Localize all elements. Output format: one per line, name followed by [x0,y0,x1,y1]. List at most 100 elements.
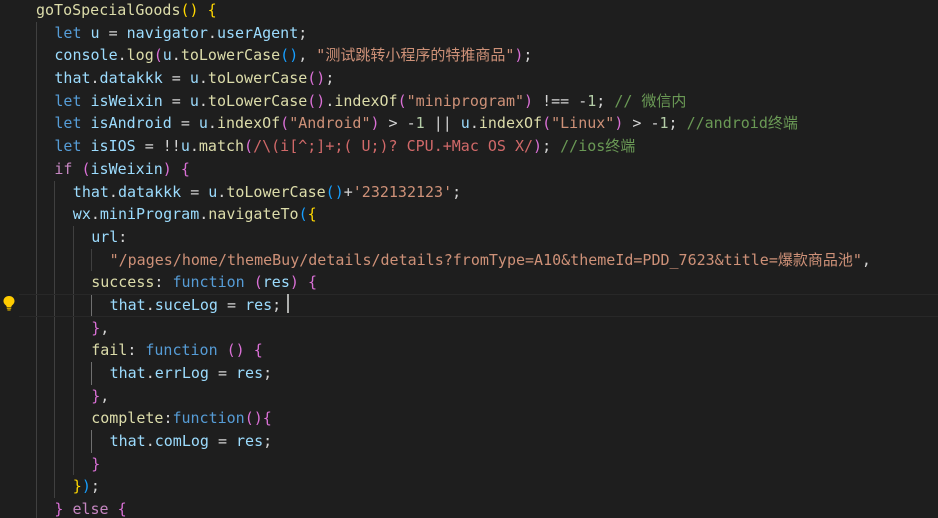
indent-guide [54,475,56,499]
code-token: res [236,432,264,451]
code-token: "Linux" [551,114,615,133]
code-token: : [118,227,128,246]
code-token: ; [596,91,615,110]
code-token: . [90,205,100,224]
code-token: that [109,364,146,382]
code-token: toLowerCase [207,69,308,88]
indent-guide [36,135,37,158]
code-line[interactable]: complete:function(){ [19,407,938,431]
code-token: !== - [533,91,588,110]
code-line[interactable]: wx.miniProgram.navigateTo({ [19,203,938,226]
code-token: = [208,364,237,382]
code-token: comLog [154,432,209,451]
code-line[interactable]: } else { [19,498,938,518]
code-token: . [207,23,217,42]
code-token: () [307,69,326,88]
code-line[interactable]: }, [19,384,938,408]
code-token: ( [298,205,308,224]
code-token: that [72,182,109,201]
code-text: if (isWeixin) { [54,158,189,181]
code-line[interactable]: let u = navigator.userAgent; [19,21,938,45]
code-line[interactable]: if (isWeixin) { [19,157,938,181]
code-line[interactable]: goToSpecialGoods() { [19,0,938,22]
code-text: url: [91,226,127,249]
code-token: ( [397,91,407,110]
indent-guide [72,316,74,340]
code-line[interactable]: let isAndroid = u.indexOf("Android") > -… [19,112,938,136]
code-token: { [307,273,317,292]
indent-guide [54,271,56,294]
code-text: that.suceLog = res; [110,295,282,316]
code-editor[interactable]: goToSpecialGoods() {let u = navigator.us… [0,0,938,518]
code-token: goToSpecialGoods [36,1,181,19]
lightbulb-icon[interactable] [2,295,16,311]
code-token: datakkk [117,182,182,201]
text-cursor [287,294,289,313]
code-line[interactable]: "/pages/home/themeBuy/details/details?fr… [19,248,938,272]
code-token: () [244,409,263,428]
indent-guide [54,430,56,453]
code-token: isWeixin [90,91,163,110]
indent-guide [54,384,56,408]
code-token: . [189,137,199,156]
code-line[interactable]: that.errLog = res; [19,362,938,385]
code-token: () [325,182,344,201]
code-token: // 微信内 [614,91,687,110]
code-line[interactable]: fail: function () { [19,339,938,362]
code-token: log [126,46,154,65]
code-token: . [145,295,155,314]
code-line[interactable]: }, [19,316,938,340]
code-token: ; [90,477,100,496]
code-token: , [100,318,110,337]
code-line[interactable]: } [19,452,938,476]
indent-guide [36,112,37,136]
code-line[interactable]: console.log(u.toLowerCase(), "测试跳转小程序的特推… [19,44,938,68]
code-area[interactable]: goToSpecialGoods() {let u = navigator.us… [19,0,938,518]
code-token: u [189,69,199,88]
code-token: else [72,500,109,518]
code-token: 1 [415,114,425,133]
code-token: = [208,432,237,451]
code-line[interactable]: let isIOS = !!u.match(/\(i[^;]+;( U;)? C… [19,135,938,158]
code-token: . [207,114,217,133]
code-line[interactable]: let isWeixin = u.toLowerCase().indexOf("… [19,89,938,113]
indent-guide [72,294,74,316]
indent-guide [54,452,56,476]
code-token: "/pages/home/themeBuy/details/details?fr… [109,250,862,269]
code-line[interactable]: }); [19,475,938,499]
code-token: ( [81,159,91,178]
code-line[interactable]: that.suceLog = res; [19,293,938,317]
code-text: that.comLog = res; [110,430,273,453]
code-token: u [460,114,470,133]
code-token: //ios终端 [560,137,636,156]
code-token: + [343,182,353,201]
code-text: let u = navigator.userAgent; [54,22,307,45]
code-token: wx [72,205,91,224]
code-token: } [91,454,101,473]
indent-guide [72,339,74,362]
code-text: let isAndroid = u.indexOf("Android") > -… [54,112,797,135]
code-token: let [54,91,82,110]
code-line[interactable]: that.datakkk = u.toLowerCase(); [19,67,938,90]
code-token: . [325,91,335,110]
code-token: navigator [126,23,208,42]
code-line[interactable]: that.comLog = res; [19,430,938,453]
code-line[interactable]: url: [19,225,938,249]
code-token: suceLog [154,295,218,314]
code-token: toLowerCase [180,46,281,65]
indent-guide [36,89,37,113]
code-text: that.datakkk = u.toLowerCase()+'23213212… [73,181,461,204]
code-line[interactable]: success: function (res) { [19,271,938,294]
code-token: that [109,295,146,314]
code-token: miniProgram [99,205,200,224]
code-token: let [54,137,82,156]
code-token: . [145,364,155,382]
code-token: ; [263,432,273,451]
indent-guide [54,362,56,385]
code-text: that.errLog = res; [110,362,273,385]
indent-guide [72,225,74,249]
code-line[interactable]: that.datakkk = u.toLowerCase()+'23213212… [19,180,938,204]
code-token: isAndroid [90,114,172,133]
